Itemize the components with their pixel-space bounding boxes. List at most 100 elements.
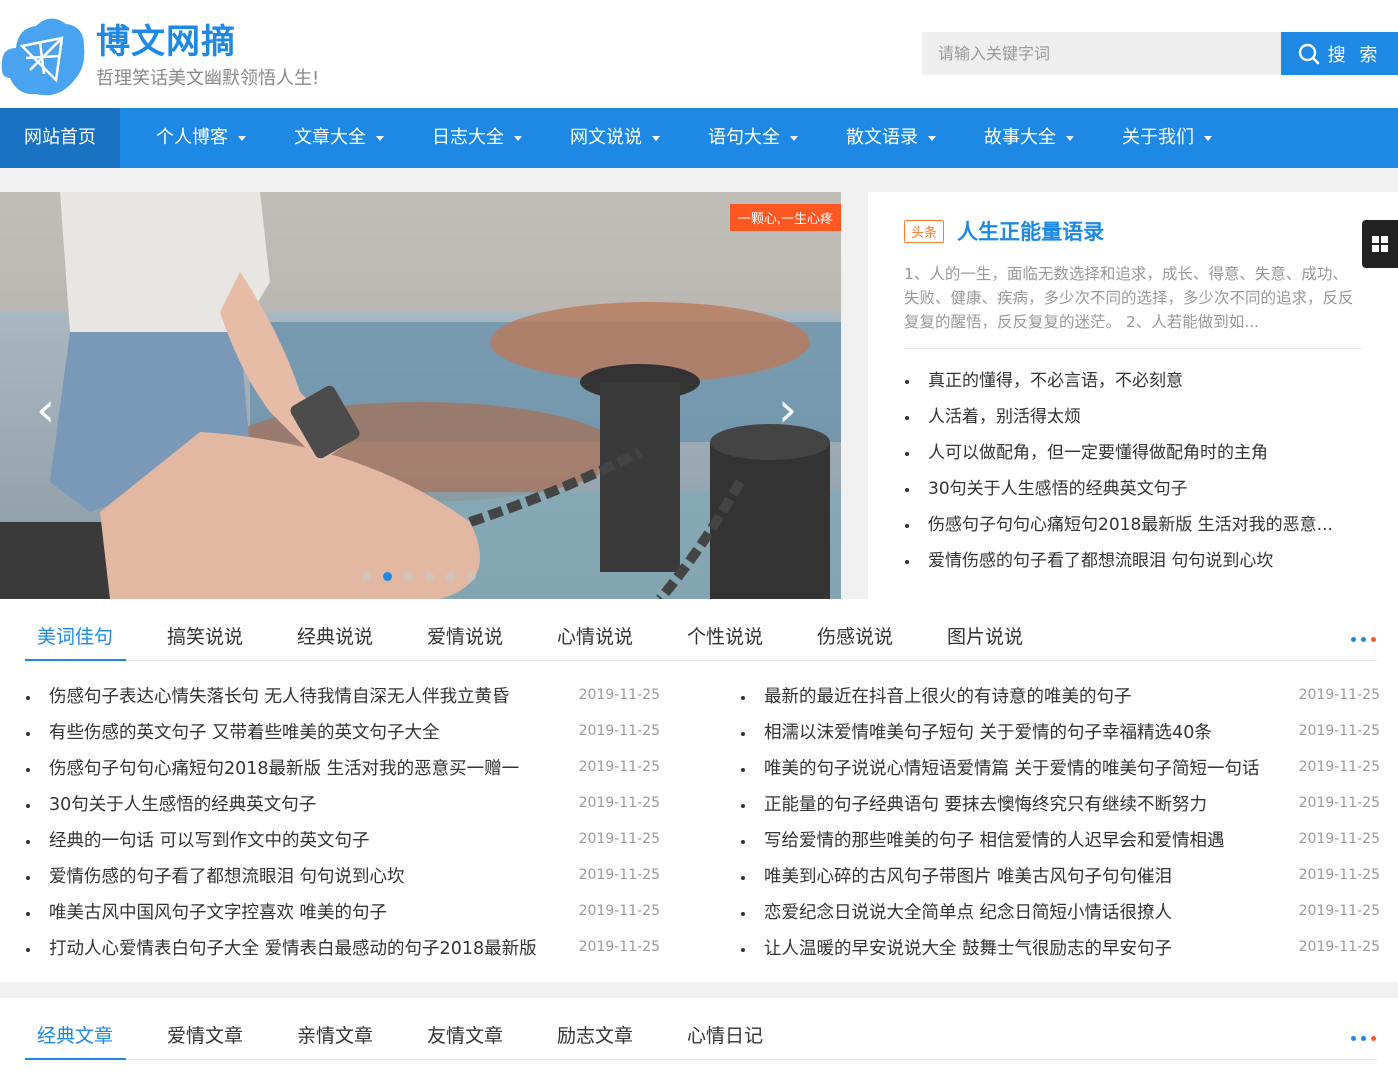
- more-dots-icon[interactable]: [1351, 637, 1376, 642]
- list-item[interactable]: 人活着，别活得太烦: [904, 399, 1362, 435]
- article-title[interactable]: 30句关于人生感悟的经典英文句子: [49, 787, 579, 823]
- list-item[interactable]: 30句关于人生感悟的经典英文句子 2019-11-25: [25, 787, 665, 823]
- article-title[interactable]: 经典的一句话 可以写到作文中的英文句子: [49, 823, 579, 859]
- list-item[interactable]: 爱情伤感的句子看了都想流眼泪 句句说到心坎: [904, 543, 1362, 579]
- slider-dot[interactable]: [467, 572, 476, 581]
- slider-dot[interactable]: [446, 572, 455, 581]
- article-date: 2019-11-25: [1298, 867, 1380, 883]
- slide-next-arrow-icon[interactable]: ›: [778, 382, 797, 438]
- list-item[interactable]: 唯美的句子说说心情短语爱情篇 关于爱情的唯美句子简短一句话 2019-11-25: [740, 751, 1380, 787]
- article-title[interactable]: 爱情伤感的句子看了都想流眼泪 句句说到心坎: [49, 859, 579, 895]
- nav-item-logs[interactable]: 日志大全: [408, 108, 546, 168]
- article-title[interactable]: 有些伤感的英文句子 又带着些唯美的英文句子大全: [49, 715, 579, 751]
- nav-item-articles[interactable]: 文章大全: [270, 108, 408, 168]
- slider-dot[interactable]: [425, 572, 434, 581]
- articles-section: 经典文章 爱情文章 亲情文章 友情文章 励志文章 心情日记: [0, 998, 1398, 1080]
- article-title[interactable]: 写给爱情的那些唯美的句子 相信爱情的人迟早会和爱情相遇: [764, 823, 1284, 859]
- article-title[interactable]: 正能量的句子经典语句 要抹去懊悔终究只有继续不断努力: [764, 787, 1284, 823]
- article-date: 2019-11-25: [1298, 939, 1380, 955]
- tab-jingdian[interactable]: 经典说说: [285, 615, 415, 661]
- grid-icon: [1372, 236, 1388, 252]
- list-item[interactable]: 人可以做配角，但一定要懂得做配角时的主角: [904, 435, 1362, 471]
- article-date: 2019-11-25: [578, 939, 660, 955]
- tab-tupian[interactable]: 图片说说: [935, 615, 1065, 661]
- list-item[interactable]: 伤感句子句句心痛短句2018最新版 生活对我的恶意买一赠一 2019-11-25: [25, 751, 665, 787]
- image-slider[interactable]: 一颗心,一生心疼 ‹ ›: [0, 192, 841, 599]
- article-title[interactable]: 恋爱纪念日说说大全简单点 纪念日简短小情话很撩人: [764, 895, 1284, 931]
- headline-list: 真正的懂得，不必言语，不必刻意 人活着，别活得太烦 人可以做配角，但一定要懂得做…: [904, 363, 1362, 579]
- slide-caption-tag[interactable]: 一颗心,一生心疼: [729, 204, 841, 231]
- caret-down-icon: [928, 135, 936, 141]
- tab-friendship-articles[interactable]: 友情文章: [415, 1014, 545, 1060]
- article-title[interactable]: 伤感句子句句心痛短句2018最新版 生活对我的恶意买一赠一: [49, 751, 579, 787]
- nav-item-shuoshuo[interactable]: 网文说说: [546, 108, 684, 168]
- article-title[interactable]: 让人温暖的早安说说大全 鼓舞士气很励志的早安句子: [764, 931, 1284, 967]
- logo-cloud-icon[interactable]: [0, 8, 86, 98]
- tab-aiqing[interactable]: 爱情说说: [415, 615, 545, 661]
- list-item[interactable]: 有些伤感的英文句子 又带着些唯美的英文句子大全 2019-11-25: [25, 715, 665, 751]
- nav-label: 故事大全: [984, 127, 1056, 148]
- search-icon: [1298, 43, 1319, 64]
- tab-classic-articles[interactable]: 经典文章: [25, 1014, 126, 1060]
- list-item[interactable]: 正能量的句子经典语句 要抹去懊悔终究只有继续不断努力 2019-11-25: [740, 787, 1380, 823]
- article-date: 2019-11-25: [1298, 903, 1380, 919]
- tab-inspirational-articles[interactable]: 励志文章: [545, 1014, 675, 1060]
- article-list-left: 伤感句子表达心情失落长句 无人待我情自深无人伴我立黄昏 2019-11-25 有些…: [25, 679, 665, 967]
- list-item[interactable]: 经典的一句话 可以写到作文中的英文句子 2019-11-25: [25, 823, 665, 859]
- nav-item-about[interactable]: 关于我们: [1098, 108, 1236, 168]
- search-input[interactable]: [922, 32, 1282, 75]
- nav-item-prose[interactable]: 散文语录: [822, 108, 960, 168]
- list-item[interactable]: 唯美到心碎的古风句子带图片 唯美古风句子句句催泪 2019-11-25: [740, 859, 1380, 895]
- search-button[interactable]: 搜 索: [1281, 32, 1398, 75]
- article-title[interactable]: 伤感句子表达心情失落长句 无人待我情自深无人伴我立黄昏: [49, 679, 579, 715]
- tab-gaoxiao[interactable]: 搞笑说说: [155, 615, 285, 661]
- list-item[interactable]: 唯美古风中国风句子文字控喜欢 唯美的句子 2019-11-25: [25, 895, 665, 931]
- caret-down-icon: [376, 135, 384, 141]
- nav-item-stories[interactable]: 故事大全: [960, 108, 1098, 168]
- article-title[interactable]: 唯美的句子说说心情短语爱情篇 关于爱情的唯美句子简短一句话: [764, 751, 1284, 787]
- nav-item-blog[interactable]: 个人博客: [132, 108, 270, 168]
- nav-label: 个人博客: [156, 127, 228, 148]
- tab-xinqing[interactable]: 心情说说: [545, 615, 675, 661]
- list-item[interactable]: 伤感句子表达心情失落长句 无人待我情自深无人伴我立黄昏 2019-11-25: [25, 679, 665, 715]
- list-item[interactable]: 恋爱纪念日说说大全简单点 纪念日简短小情话很撩人 2019-11-25: [740, 895, 1380, 931]
- slider-dot[interactable]: [404, 572, 413, 581]
- list-item[interactable]: 爱情伤感的句子看了都想流眼泪 句句说到心坎 2019-11-25: [25, 859, 665, 895]
- list-item[interactable]: 打动人心爱情表白句子大全 爱情表白最感动的句子2018最新版 2019-11-25: [25, 931, 665, 967]
- list-item[interactable]: 最新的最近在抖音上很火的有诗意的唯美的句子 2019-11-25: [740, 679, 1380, 715]
- more-dots-icon[interactable]: [1351, 1036, 1376, 1041]
- slider-dot[interactable]: [362, 572, 371, 581]
- list-item[interactable]: 30句关于人生感悟的经典英文句子: [904, 471, 1362, 507]
- tab-meici[interactable]: 美词佳句: [25, 615, 126, 661]
- headline-title[interactable]: 人生正能量语录: [957, 216, 1104, 246]
- article-date: 2019-11-25: [578, 759, 660, 775]
- slider-dot[interactable]: [383, 572, 392, 581]
- list-item[interactable]: 相濡以沫爱情唯美句子短句 关于爱情的句子幸福精选40条 2019-11-25: [740, 715, 1380, 751]
- article-date: 2019-11-25: [578, 723, 660, 739]
- nav-item-home[interactable]: 网站首页: [0, 108, 120, 168]
- nav-label: 语句大全: [708, 127, 780, 148]
- slide-prev-arrow-icon[interactable]: ‹: [36, 382, 55, 438]
- list-item[interactable]: 真正的懂得，不必言语，不必刻意: [904, 363, 1362, 399]
- tab-shanggan[interactable]: 伤感说说: [805, 615, 935, 661]
- article-title[interactable]: 唯美到心碎的古风句子带图片 唯美古风句子句句催泪: [764, 859, 1284, 895]
- article-title[interactable]: 唯美古风中国风句子文字控喜欢 唯美的句子: [49, 895, 579, 931]
- slide-image[interactable]: [0, 192, 841, 599]
- article-date: 2019-11-25: [1298, 759, 1380, 775]
- main-nav: 网站首页 个人博客 文章大全 日志大全 网文说说 语句大全 散文语录 故事大全 …: [0, 108, 1398, 168]
- tab-family-articles[interactable]: 亲情文章: [285, 1014, 415, 1060]
- tab-gexing[interactable]: 个性说说: [675, 615, 805, 661]
- side-float-tab[interactable]: [1362, 220, 1398, 268]
- nav-item-sentences[interactable]: 语句大全: [684, 108, 822, 168]
- article-title[interactable]: 打动人心爱情表白句子大全 爱情表白最感动的句子2018最新版: [49, 931, 579, 967]
- tab-love-articles[interactable]: 爱情文章: [155, 1014, 285, 1060]
- nav-label: 网文说说: [570, 127, 642, 148]
- article-title[interactable]: 相濡以沫爱情唯美句子短句 关于爱情的句子幸福精选40条: [764, 715, 1284, 751]
- list-item[interactable]: 写给爱情的那些唯美的句子 相信爱情的人迟早会和爱情相遇 2019-11-25: [740, 823, 1380, 859]
- list-item[interactable]: 伤感句子句句心痛短句2018最新版 生活对我的恶意...: [904, 507, 1362, 543]
- caret-down-icon: [514, 135, 522, 141]
- tab-mood-diary[interactable]: 心情日记: [675, 1014, 805, 1060]
- article-title[interactable]: 最新的最近在抖音上很火的有诗意的唯美的句子: [764, 679, 1284, 715]
- site-title[interactable]: 博文网摘: [96, 14, 236, 63]
- list-item[interactable]: 让人温暖的早安说说大全 鼓舞士气很励志的早安句子 2019-11-25: [740, 931, 1380, 967]
